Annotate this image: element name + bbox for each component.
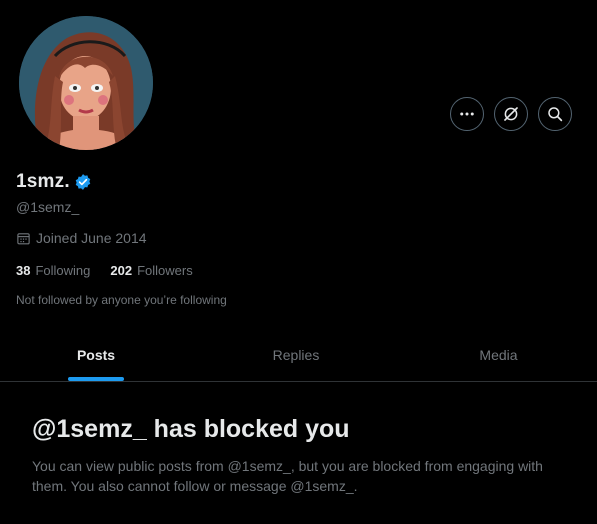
grok-button[interactable] xyxy=(494,97,528,131)
avatar[interactable] xyxy=(19,16,153,150)
following-link[interactable]: 38 Following xyxy=(16,263,90,278)
profile-page: 1smz. @1semz_ Joined June 2014 38 Follow… xyxy=(0,0,597,524)
active-tab-indicator xyxy=(68,377,124,381)
more-button[interactable] xyxy=(450,97,484,131)
handle: @1semz_ xyxy=(16,199,80,215)
profile-tabs: Posts Replies Media xyxy=(0,328,597,382)
grok-icon xyxy=(504,107,518,121)
following-count: 38 xyxy=(16,263,31,278)
display-name: 1smz. xyxy=(16,171,70,192)
joined-label: Joined June 2014 xyxy=(36,230,147,246)
verified-badge-icon[interactable] xyxy=(74,173,92,191)
tab-media[interactable]: Media xyxy=(400,328,597,381)
followers-link[interactable]: 202 Followers xyxy=(110,263,192,278)
follow-stats: 38 Following 202 Followers xyxy=(16,263,213,278)
more-icon xyxy=(460,112,474,116)
blocked-title: @1semz_ has blocked you xyxy=(32,415,350,443)
followed-by-note: Not followed by anyone you’re following xyxy=(16,293,227,307)
tab-posts[interactable]: Posts xyxy=(0,328,192,381)
tab-label: Posts xyxy=(76,346,116,363)
tab-label: Replies xyxy=(272,346,320,363)
tab-replies[interactable]: Replies xyxy=(192,328,400,381)
tab-label: Media xyxy=(479,346,518,363)
calendar-icon xyxy=(17,232,30,244)
name-row: 1smz. xyxy=(16,171,92,193)
joined-date: Joined June 2014 xyxy=(16,230,147,246)
followers-count: 202 xyxy=(110,263,133,278)
blocked-message: You can view public posts from @1semz_, … xyxy=(32,458,543,494)
followers-label: Followers xyxy=(137,263,193,278)
search-button[interactable] xyxy=(538,97,572,131)
avatar-image xyxy=(19,16,153,150)
search-icon xyxy=(548,107,563,122)
following-label: Following xyxy=(35,263,91,278)
